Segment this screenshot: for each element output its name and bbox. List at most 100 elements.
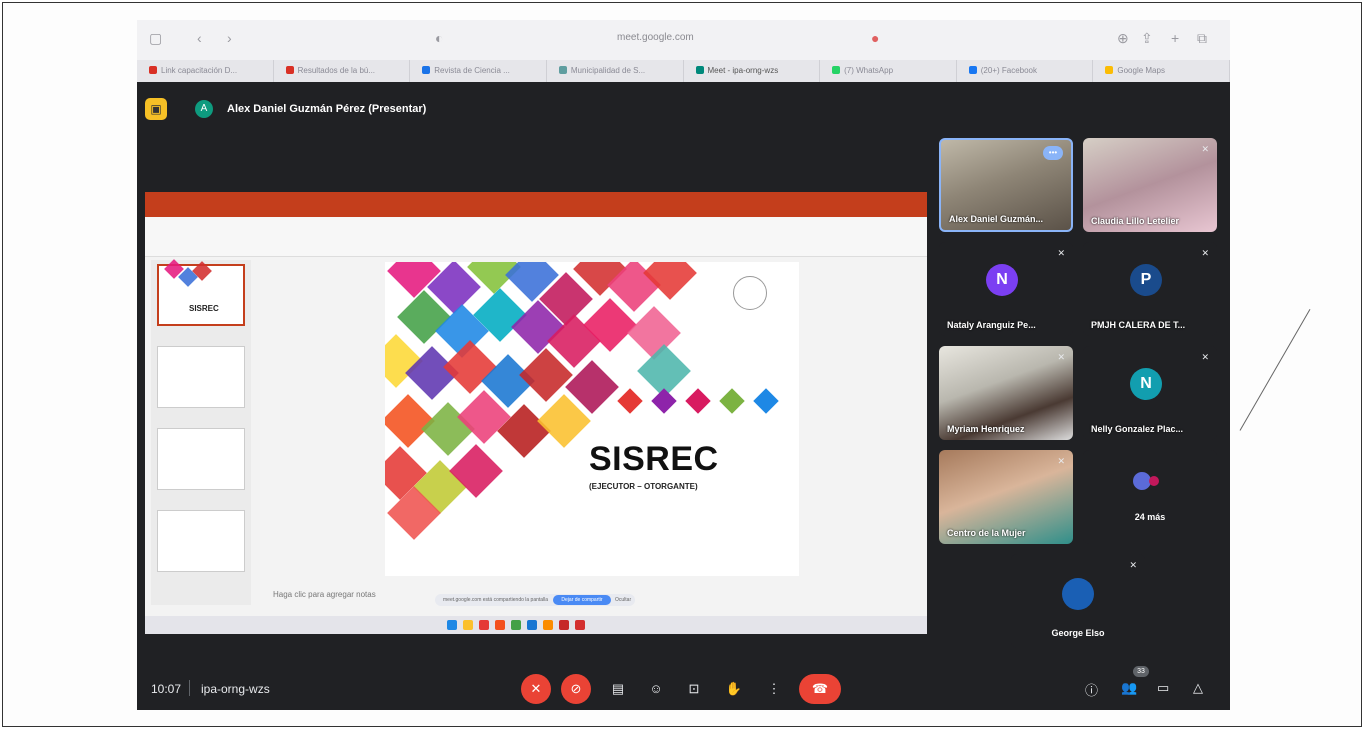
- diamond-icon: [753, 388, 779, 414]
- tab-meet[interactable]: Meet - ipa-orng-wzs: [684, 60, 821, 82]
- bookmarks-bar: Link capacitación D... Resultados de la …: [137, 60, 1230, 82]
- new-tab-icon[interactable]: +: [1171, 30, 1179, 46]
- mic-toggle-button[interactable]: ✕: [521, 674, 551, 704]
- bookmark-maps[interactable]: Google Maps: [1093, 60, 1230, 82]
- mic-off-icon: ✕: [1201, 248, 1209, 258]
- mic-off-icon: ✕: [1201, 352, 1209, 362]
- slide-title: SISREC: [589, 440, 719, 478]
- people-icon[interactable]: 👥: [1121, 680, 1137, 696]
- participant-name: Centro de la Mujer: [947, 528, 1026, 538]
- more-options-button[interactable]: ⋮: [759, 674, 789, 704]
- activities-icon[interactable]: △: [1193, 680, 1203, 696]
- diamond-icon: [719, 388, 745, 414]
- participant-avatar: P: [1130, 264, 1162, 296]
- participant-name: Nelly Gonzalez Plac...: [1091, 424, 1184, 434]
- participant-tile[interactable]: ✕ Centro de la Mujer: [939, 450, 1073, 544]
- app-icon[interactable]: [575, 620, 585, 630]
- emoji-icon: ☺: [649, 681, 663, 696]
- app-icon[interactable]: [527, 620, 537, 630]
- mic-off-icon: ✕: [1129, 560, 1137, 570]
- present-button[interactable]: ⊡: [679, 674, 709, 704]
- mic-off-icon: ✕: [1057, 456, 1065, 466]
- reactions-button[interactable]: ☺: [641, 674, 671, 704]
- mic-indicator-icon: ●: [871, 30, 880, 46]
- participant-avatar: N: [1130, 368, 1162, 400]
- captions-button[interactable]: ▤: [603, 674, 633, 704]
- mic-off-icon: ✕: [1201, 144, 1209, 154]
- gmail-icon: [285, 66, 294, 74]
- bookmark-gmail[interactable]: Link capacitación D...: [137, 60, 274, 82]
- meet-window: ▣ A Alex Daniel Guzmán Pérez (Presentar)…: [137, 82, 1230, 710]
- slide-thumbnail[interactable]: SISREC: [157, 259, 245, 326]
- ppt-ribbon: [145, 217, 927, 257]
- raise-hand-button[interactable]: ✋: [719, 674, 749, 704]
- facebook-icon: [968, 66, 977, 74]
- bookmark-whatsapp[interactable]: (7) WhatsApp: [820, 60, 957, 82]
- screen-share-bar: meet.google.com está compartiendo la pan…: [435, 594, 635, 606]
- more-participants-tile[interactable]: 24 más: [1083, 450, 1217, 544]
- participant-tile[interactable]: ✕ N Nelly Gonzalez Plac...: [1083, 346, 1217, 440]
- screen: ▢ ‹ › ◐ meet.google.com ● ⊕ ⇪ + ⧉ Link c…: [137, 20, 1230, 710]
- participant-name: George Elso: [1051, 628, 1105, 638]
- sidebar-icon[interactable]: ▢: [149, 30, 162, 47]
- participant-name: Claudia Lillo Letelier: [1091, 216, 1180, 226]
- participant-name: Alex Daniel Guzmán...: [949, 214, 1044, 224]
- mic-off-icon: ✕: [530, 681, 542, 696]
- app-icon[interactable]: [495, 620, 505, 630]
- bookmark-facebook[interactable]: (20+) Facebook: [957, 60, 1094, 82]
- participant-name: Myriam Henriquez: [947, 424, 1025, 434]
- start-icon[interactable]: [447, 620, 457, 630]
- more-options-icon[interactable]: •••: [1043, 146, 1063, 160]
- seal-logo: [733, 276, 767, 310]
- hangup-icon: ☎: [811, 681, 829, 696]
- explorer-icon[interactable]: [463, 620, 473, 630]
- app-icon[interactable]: [511, 620, 521, 630]
- participant-tile[interactable]: ✕ P PMJH CALERA DE T...: [1083, 242, 1217, 336]
- bookmark-drive[interactable]: Revista de Ciencia ...: [410, 60, 547, 82]
- slide-thumbnail[interactable]: [157, 346, 245, 408]
- participant-avatar: [1062, 578, 1094, 610]
- slide-thumbnail[interactable]: [157, 510, 245, 572]
- participant-tile[interactable]: ••• Alex Daniel Guzmán...: [939, 138, 1073, 232]
- mic-off-icon: ✕: [1057, 352, 1065, 362]
- slide-thumbnail[interactable]: [157, 428, 245, 490]
- drive-icon: [422, 66, 431, 74]
- maps-icon: [1105, 66, 1114, 74]
- participant-count-badge: 33: [1133, 666, 1149, 677]
- powerpoint-icon[interactable]: [559, 620, 569, 630]
- ppt-ribbon-tabs: [145, 204, 927, 217]
- windows-taskbar: [145, 616, 927, 634]
- mic-off-icon: ✕: [1057, 248, 1065, 258]
- chat-icon[interactable]: ▭: [1157, 680, 1169, 696]
- download-icon[interactable]: ⊕: [1117, 30, 1129, 47]
- app-icon[interactable]: [543, 620, 553, 630]
- bookmark-gmail-results[interactable]: Resultados de la bú...: [274, 60, 411, 82]
- bookmark-municipalidad[interactable]: Municipalidad de S...: [547, 60, 684, 82]
- notes-placeholder[interactable]: Haga clic para agregar notas: [273, 590, 376, 599]
- address-bar[interactable]: meet.google.com: [617, 32, 694, 43]
- privacy-icon[interactable]: ◐: [435, 30, 443, 46]
- meeting-clock: 10:07: [151, 682, 182, 696]
- meeting-info-icon[interactable]: ⓘ: [1085, 680, 1098, 699]
- diamond-icon: [617, 388, 643, 414]
- participant-tile[interactable]: ✕ George Elso: [1011, 554, 1145, 648]
- back-icon[interactable]: ‹: [197, 30, 202, 46]
- participant-name: PMJH CALERA DE T...: [1091, 320, 1186, 330]
- forward-icon[interactable]: ›: [227, 30, 232, 46]
- participant-tile[interactable]: ✕ Claudia Lillo Letelier: [1083, 138, 1217, 232]
- hide-button[interactable]: Ocultar: [615, 597, 631, 603]
- hand-icon: ✋: [725, 681, 743, 696]
- presenter-avatar: A: [195, 100, 213, 118]
- diamond-icon: [685, 388, 711, 414]
- camera-toggle-button[interactable]: ⊘: [561, 674, 591, 704]
- stop-sharing-button[interactable]: Dejar de compartir: [553, 595, 611, 605]
- participant-tile[interactable]: ✕ N Nataly Aranguiz Pe...: [939, 242, 1073, 336]
- presenting-icon[interactable]: ▣: [145, 98, 167, 120]
- share-icon[interactable]: ⇪: [1141, 30, 1153, 47]
- leave-call-button[interactable]: ☎: [799, 674, 841, 704]
- whatsapp-icon: [832, 66, 841, 74]
- participant-tile[interactable]: ✕ Myriam Henriquez: [939, 346, 1073, 440]
- app-icon[interactable]: [479, 620, 489, 630]
- presenter-label: Alex Daniel Guzmán Pérez (Presentar): [227, 103, 427, 115]
- tabs-overview-icon[interactable]: ⧉: [1197, 30, 1207, 47]
